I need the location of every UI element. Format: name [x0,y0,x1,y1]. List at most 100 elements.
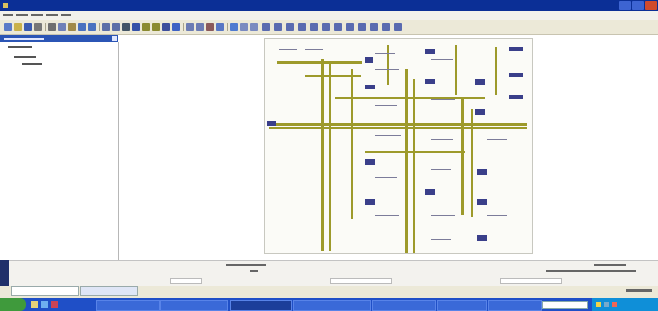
delete-icon[interactable] [206,23,214,31]
select-icon[interactable] [132,23,140,31]
tab-1[interactable] [11,286,79,296]
wire[interactable] [321,59,324,251]
schematic-sheet[interactable] [264,38,533,254]
tray-icon[interactable] [612,302,617,307]
taskbar-task-active[interactable] [230,300,292,311]
component[interactable] [509,47,523,51]
wire[interactable] [365,151,465,153]
property-field[interactable] [330,278,392,284]
tree-root[interactable] [8,46,32,48]
tool-icon[interactable] [274,23,282,31]
tray-icon[interactable] [604,302,609,307]
menu-item-3[interactable] [31,11,43,18]
component-icon[interactable] [162,23,170,31]
wire[interactable] [269,123,527,126]
tool-icon[interactable] [370,23,378,31]
tool-icon[interactable] [382,23,390,31]
wire[interactable] [495,47,497,95]
cut-icon[interactable] [48,23,56,31]
wire[interactable] [387,45,389,85]
wire[interactable] [269,127,527,129]
taskbar-task[interactable] [437,300,487,311]
tool-icon[interactable] [262,23,270,31]
label-icon[interactable] [172,23,180,31]
tool-icon[interactable] [322,23,330,31]
tool-icon[interactable] [394,23,402,31]
taskbar-task[interactable] [96,300,160,311]
component[interactable] [425,79,435,84]
tool-icon[interactable] [346,23,354,31]
close-button[interactable] [645,1,657,10]
wire[interactable] [413,79,415,253]
menu-item-2[interactable] [16,11,28,18]
close-icon[interactable] [112,36,117,41]
zoom-out-icon[interactable] [112,23,120,31]
grid-icon[interactable] [240,23,248,31]
tab-2[interactable] [80,286,138,296]
taskbar-search-input[interactable] [542,301,588,309]
quicklaunch-icon[interactable] [41,301,48,308]
taskbar-task[interactable] [293,300,371,311]
property-field[interactable] [500,278,562,284]
wire[interactable] [455,45,457,95]
fit-icon[interactable] [122,23,130,31]
quicklaunch-icon[interactable] [31,301,38,308]
redo-icon[interactable] [88,23,96,31]
wire[interactable] [351,69,353,219]
component[interactable] [365,57,373,63]
save-icon[interactable] [24,23,32,31]
help-icon[interactable] [230,23,238,31]
component[interactable] [477,199,487,205]
new-icon[interactable] [4,23,12,31]
copy-icon[interactable] [58,23,66,31]
wire[interactable] [329,63,331,251]
component[interactable] [475,109,485,115]
mirror-icon[interactable] [196,23,204,31]
property-field[interactable] [170,278,202,284]
menu-item-5[interactable] [61,11,71,18]
component[interactable] [267,121,276,126]
zoom-in-icon[interactable] [102,23,110,31]
open-icon[interactable] [14,23,22,31]
property-label [594,264,626,266]
menu-item-4[interactable] [46,11,58,18]
tool-icon[interactable] [358,23,366,31]
wire[interactable] [471,109,473,217]
bus-icon[interactable] [152,23,160,31]
quicklaunch-icon[interactable] [51,301,58,308]
print-icon[interactable] [34,23,42,31]
component[interactable] [475,79,485,85]
properties-icon[interactable] [216,23,224,31]
taskbar-task[interactable] [488,300,542,311]
tree-item[interactable] [14,56,36,58]
wire[interactable] [277,61,362,64]
component[interactable] [477,169,487,175]
component[interactable] [365,199,375,205]
snap-icon[interactable] [250,23,258,31]
tool-icon[interactable] [286,23,294,31]
paste-icon[interactable] [68,23,76,31]
start-button[interactable] [0,298,26,311]
component[interactable] [425,189,435,195]
tool-icon[interactable] [298,23,306,31]
component[interactable] [477,235,487,241]
component[interactable] [365,159,375,165]
maximize-button[interactable] [632,1,644,10]
tree-item[interactable] [22,63,42,65]
taskbar-task[interactable] [160,300,228,311]
tray-icon[interactable] [596,302,601,307]
component[interactable] [509,73,523,77]
component[interactable] [509,95,523,99]
wire[interactable] [405,69,408,253]
minimize-button[interactable] [619,1,631,10]
wire-icon[interactable] [142,23,150,31]
menu-item-1[interactable] [3,11,13,18]
undo-icon[interactable] [78,23,86,31]
tool-icon[interactable] [310,23,318,31]
taskbar-task[interactable] [372,300,436,311]
tool-icon[interactable] [334,23,342,31]
rotate-icon[interactable] [186,23,194,31]
component[interactable] [425,49,435,54]
component[interactable] [365,85,375,89]
wire[interactable] [461,97,464,215]
